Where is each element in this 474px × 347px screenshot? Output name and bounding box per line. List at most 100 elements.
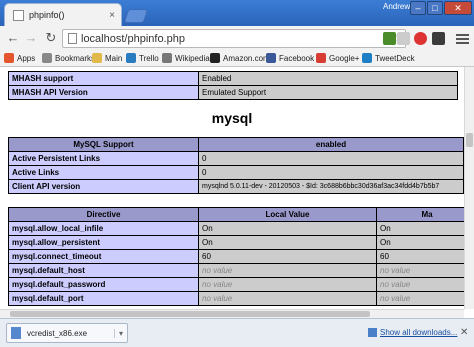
table-header: enabled [198,137,464,152]
page-content: MHASH support Enabled MHASH API Version … [0,67,464,309]
extension-puzzle-icon[interactable] [432,32,445,45]
show-all-downloads-link[interactable]: Show all downloads... [368,328,457,337]
vertical-scrollbar[interactable] [464,67,474,309]
maximize-button[interactable]: □ [427,1,443,15]
mysql-table: MySQL Support enabled Active Persistent … [8,137,464,194]
table-cell: On [198,221,377,236]
extension-icon[interactable] [397,32,410,45]
bookmark-main[interactable]: Main [92,53,122,63]
forward-button[interactable]: → [22,29,40,47]
table-cell: no value [198,263,377,278]
horizontal-scrollbar[interactable] [0,309,464,318]
scrollbar-thumb[interactable] [466,133,473,147]
reload-button[interactable]: ↻ [42,29,60,47]
download-shelf: vcredist_x86.exe ▾ Show all downloads...… [0,318,474,347]
extension-opera-icon[interactable] [414,32,427,45]
table-row: mysql.default_host no value no value [8,263,464,278]
table-header: MySQL Support [8,137,199,152]
table-cell: mysql.default_port [8,291,199,306]
apps-icon [4,53,14,63]
table-header: Ma [376,207,464,222]
tweetdeck-icon [362,53,372,63]
url-text[interactable]: localhost/phpinfo.php [81,33,391,45]
new-tab-button[interactable] [123,9,149,23]
scrollbar-thumb[interactable] [10,311,370,317]
table-cell: MHASH support [8,71,199,86]
extension-evernote-icon[interactable] [383,32,396,45]
download-item[interactable]: vcredist_x86.exe ▾ [6,323,128,343]
minimize-button[interactable]: – [410,1,426,15]
bookmark-facebook[interactable]: Facebook [266,53,314,63]
chrome-menu-icon[interactable] [456,32,469,45]
close-icon[interactable]: ✕ [460,327,468,338]
bookmark-tweetdeck[interactable]: TweetDeck [362,53,415,63]
table-row: MHASH support Enabled [8,71,458,86]
page-icon [68,33,77,44]
table-row: Client API version mysqlnd 5.0.11-dev - … [8,179,464,194]
table-header-row: MySQL Support enabled [8,137,464,152]
tab-title: phpinfo() [29,10,65,20]
table-cell: MHASH API Version [8,85,199,100]
table-row: mysql.allow_local_infile On On [8,221,464,236]
bookmark-trello[interactable]: Trello [126,53,159,63]
table-cell: mysql.allow_persistent [8,235,199,250]
table-cell: Emulated Support [198,85,458,100]
table-cell: mysql.default_host [8,263,199,278]
table-cell: 60 [198,249,377,264]
table-cell: no value [376,291,464,306]
section-heading: mysql [211,110,253,126]
address-bar[interactable]: localhost/phpinfo.php ☆ [62,29,406,48]
trello-icon [126,53,136,63]
facebook-icon [266,53,276,63]
bookmark-amazon[interactable]: Amazon.com [210,53,270,63]
bookmarks-bar: Apps Bookmarks Main Trello Wikipedia Ama… [0,50,474,67]
browser-tab[interactable]: phpinfo() × [4,3,122,26]
table-cell: On [198,235,377,250]
table-header: Local Value [198,207,377,222]
table-cell: On [376,221,464,236]
table-header-row: Directive Local Value Ma [8,207,464,222]
table-row: Active Links 0 [8,165,464,180]
table-cell: On [376,235,464,250]
table-cell: no value [376,277,464,292]
table-cell: Active Links [8,165,199,180]
table-cell: Active Persistent Links [8,151,199,166]
table-row: Active Persistent Links 0 [8,151,464,166]
table-row: mysql.allow_persistent On On [8,235,464,250]
back-button[interactable]: ← [4,29,22,47]
table-row: mysql.default_password no value no value [8,277,464,292]
file-icon [11,327,21,339]
title-bar: phpinfo() × Andrew – □ ✕ [0,0,474,26]
table-cell: 0 [198,165,464,180]
bookmark-wikipedia[interactable]: Wikipedia [162,53,210,63]
table-row: MHASH API Version Emulated Support [8,85,458,100]
browser-toolbar: ← → ↻ localhost/phpinfo.php ☆ [0,26,474,50]
directive-table: Directive Local Value Ma mysql.allow_loc… [8,207,464,306]
star-icon [42,53,52,63]
chevron-down-icon[interactable]: ▾ [113,328,127,338]
table-cell: mysql.connect_timeout [8,249,199,264]
download-icon [368,328,377,337]
table-cell: mysqlnd 5.0.11-dev - 20120503 - $Id: 3c6… [198,179,464,194]
table-cell: Client API version [8,179,199,194]
table-row: mysql.default_port no value no value [8,291,464,306]
tab-close-icon[interactable]: × [109,10,115,21]
table-cell: 60 [376,249,464,264]
bookmark-bookmarks[interactable]: Bookmarks [42,53,95,63]
page-favicon-icon [13,9,24,21]
google-plus-icon [316,53,326,63]
table-row: mysql.connect_timeout 60 60 [8,249,464,264]
table-cell: mysql.default_password [8,277,199,292]
bookmark-google-plus[interactable]: Google+ [316,53,359,63]
table-cell: mysql.allow_local_infile [8,221,199,236]
table-header: Directive [8,207,199,222]
close-window-button[interactable]: ✕ [444,1,472,15]
table-cell: Enabled [198,71,458,86]
table-cell: no value [376,263,464,278]
profile-name[interactable]: Andrew [383,2,410,11]
bookmark-apps[interactable]: Apps [4,53,35,63]
wikipedia-icon [162,53,172,63]
table-cell: no value [198,291,377,306]
table-cell: 0 [198,151,464,166]
amazon-icon [210,53,220,63]
